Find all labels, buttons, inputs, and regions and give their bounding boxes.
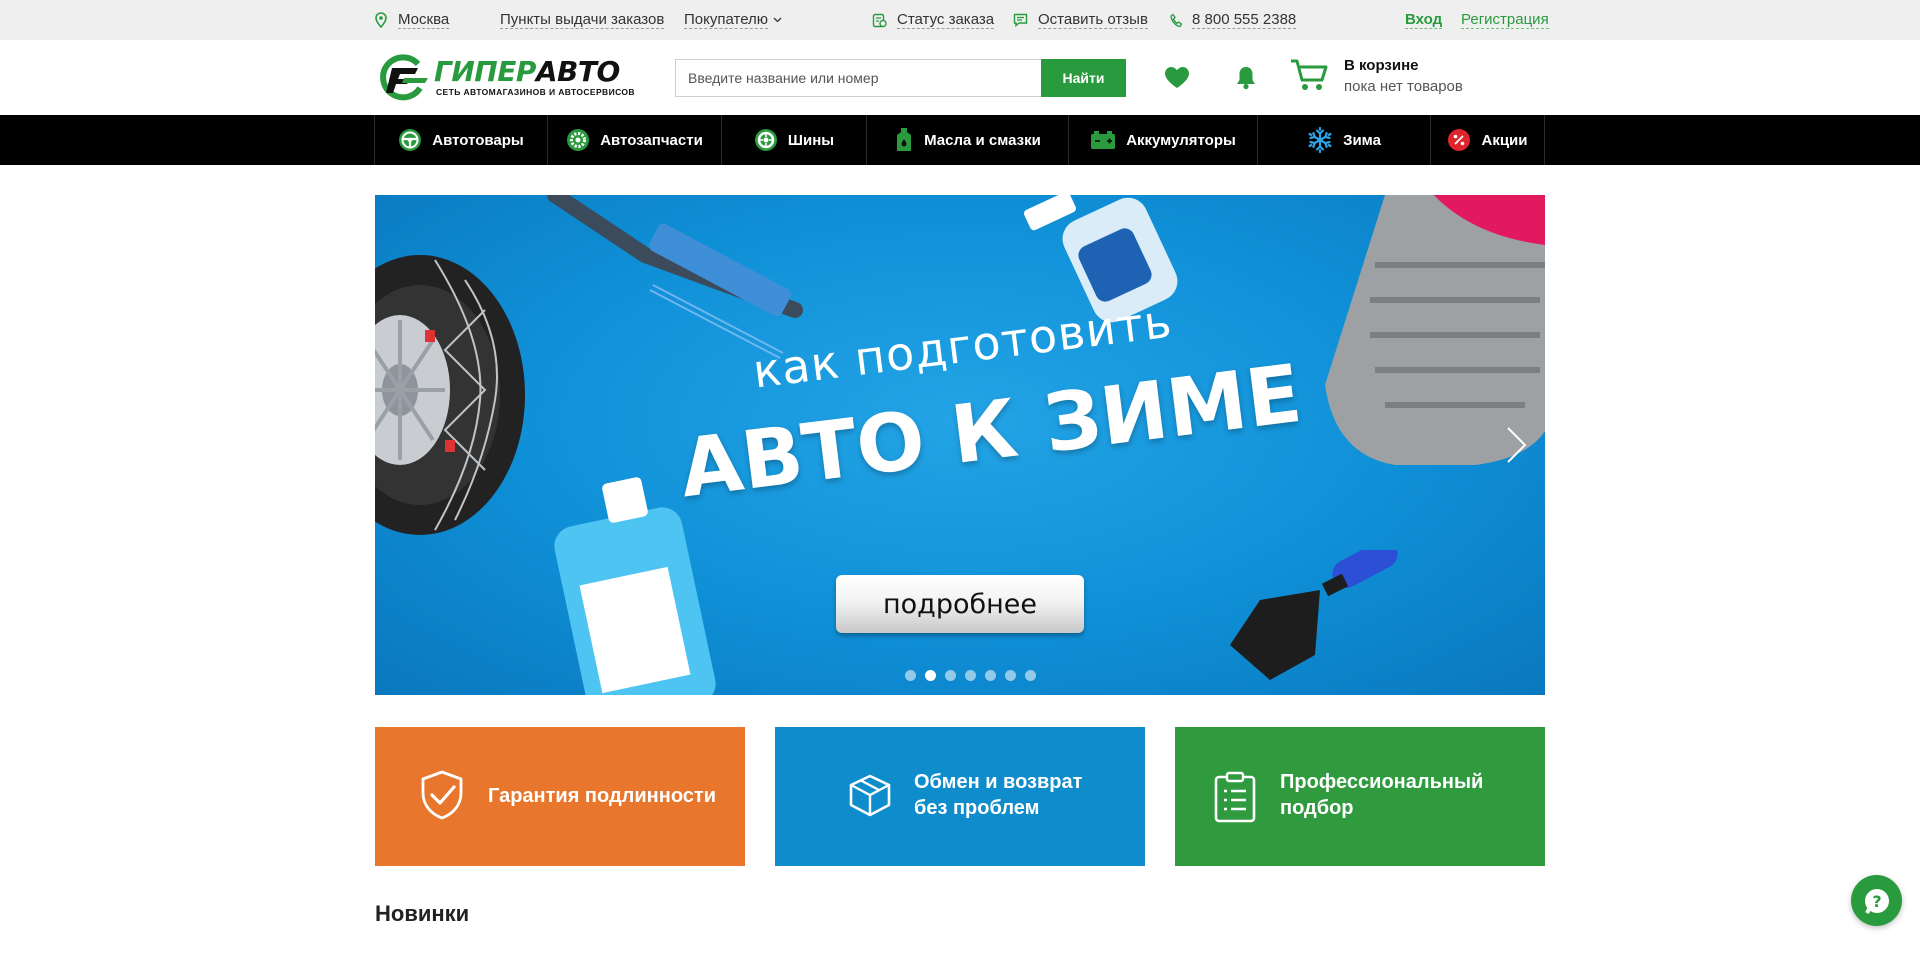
favorites-heart-icon[interactable] — [1164, 66, 1190, 94]
search-button[interactable]: Найти — [1041, 59, 1126, 97]
search-input[interactable] — [675, 59, 1041, 97]
percent-icon — [1447, 128, 1471, 152]
svg-text:?: ? — [1872, 892, 1881, 911]
slide-dot-active[interactable] — [925, 670, 936, 681]
city-selector[interactable]: Москва — [374, 0, 450, 40]
nav-item-winter[interactable]: Зима — [1257, 115, 1430, 165]
slide-dot[interactable] — [905, 670, 916, 681]
logo-wordmark: ГИПЕРАВТО — [434, 55, 620, 88]
phone-icon — [1170, 13, 1182, 28]
nav-item-oils[interactable]: Масла и смазки — [866, 115, 1068, 165]
logo-emblem-icon — [380, 54, 428, 101]
banner-more-button[interactable]: подробнее — [836, 575, 1084, 633]
search-bar: Найти — [675, 59, 1126, 97]
gear-icon — [566, 128, 590, 152]
clipboard-icon — [1213, 771, 1257, 828]
slide-dot[interactable] — [985, 670, 996, 681]
feature-authenticity-title: Гарантия подлинности — [488, 785, 716, 807]
shield-check-icon — [419, 770, 465, 825]
order-status-icon — [872, 13, 887, 28]
tire-with-chains-image — [375, 255, 525, 535]
comment-icon — [1013, 13, 1028, 27]
slider-dots — [905, 670, 1036, 681]
feature-pro-selection[interactable]: Профессиональный подбор — [1175, 727, 1545, 866]
steering-wheel-icon — [398, 128, 422, 152]
nav-item-batteries[interactable]: Аккумуляторы — [1068, 115, 1257, 165]
feature-authenticity[interactable]: Гарантия подлинности — [375, 727, 745, 866]
chevron-down-icon — [773, 17, 782, 23]
nav-item-autogoods[interactable]: Автотовары — [374, 115, 547, 165]
city-link[interactable]: Москва — [398, 11, 450, 29]
pickup-points-link[interactable]: Пункты выдачи заказов — [500, 0, 665, 40]
cart-title[interactable]: В корзине — [1344, 57, 1419, 74]
nav-item-autoparts[interactable]: Автозапчасти — [547, 115, 721, 165]
buyer-menu-dropdown[interactable]: Покупателю — [684, 0, 782, 40]
snowflake-icon — [1307, 127, 1333, 153]
tire-icon — [754, 128, 778, 152]
feature-exchange-title: Обмен и возврат без проблем — [914, 771, 1083, 819]
chat-question-icon: ? — [1862, 886, 1892, 916]
feature-pro-selection-title: Профессиональный подбор — [1280, 771, 1484, 819]
order-status-link[interactable]: Статус заказа — [872, 0, 995, 40]
promo-banner[interactable]: как подготовить АВТО К ЗИМЕ подробнее — [375, 195, 1545, 695]
location-pin-icon — [374, 12, 388, 28]
category-nav: Автотовары Автозапчасти Шины Масла и сма… — [0, 115, 1920, 165]
slide-dot[interactable] — [1005, 670, 1016, 681]
cart-icon[interactable] — [1290, 58, 1328, 97]
ice-scraper-image — [1230, 550, 1398, 680]
slide-dot[interactable] — [945, 670, 956, 681]
oil-bottle-icon — [894, 127, 914, 153]
notifications-bell-icon[interactable] — [1235, 65, 1257, 95]
nav-item-tires[interactable]: Шины — [721, 115, 866, 165]
box-icon — [847, 773, 893, 822]
logo-tagline: СЕТЬ АВТОМАГАЗИНОВ И АВТОСЕРВИСОВ — [436, 87, 635, 97]
next-slide-arrow-icon[interactable] — [1505, 425, 1529, 470]
new-arrivals-heading: Новинки — [375, 901, 470, 926]
slide-dot[interactable] — [1025, 670, 1036, 681]
nav-item-sales[interactable]: Акции — [1430, 115, 1545, 165]
feature-exchange-return[interactable]: Обмен и возврат без проблем — [775, 727, 1145, 866]
site-logo[interactable]: ГИПЕРАВТО СЕТЬ АВТОМАГАЗИНОВ И АВТОСЕРВИ… — [374, 54, 646, 102]
battery-icon — [1090, 130, 1116, 150]
phone-link[interactable]: 8 800 555 2388 — [1170, 0, 1297, 40]
leave-review-link[interactable]: Оставить отзыв — [1013, 0, 1148, 40]
site-header: ГИПЕРАВТО СЕТЬ АВТОМАГАЗИНОВ И АВТОСЕРВИ… — [0, 40, 1920, 115]
register-link[interactable]: Регистрация — [1461, 0, 1549, 40]
login-link[interactable]: Вход — [1405, 0, 1443, 40]
top-bar: Москва Пункты выдачи заказов Покупателю … — [0, 0, 1920, 40]
slide-dot[interactable] — [965, 670, 976, 681]
chat-help-button[interactable]: ? — [1851, 875, 1902, 926]
cart-status: пока нет товаров — [1344, 78, 1463, 95]
